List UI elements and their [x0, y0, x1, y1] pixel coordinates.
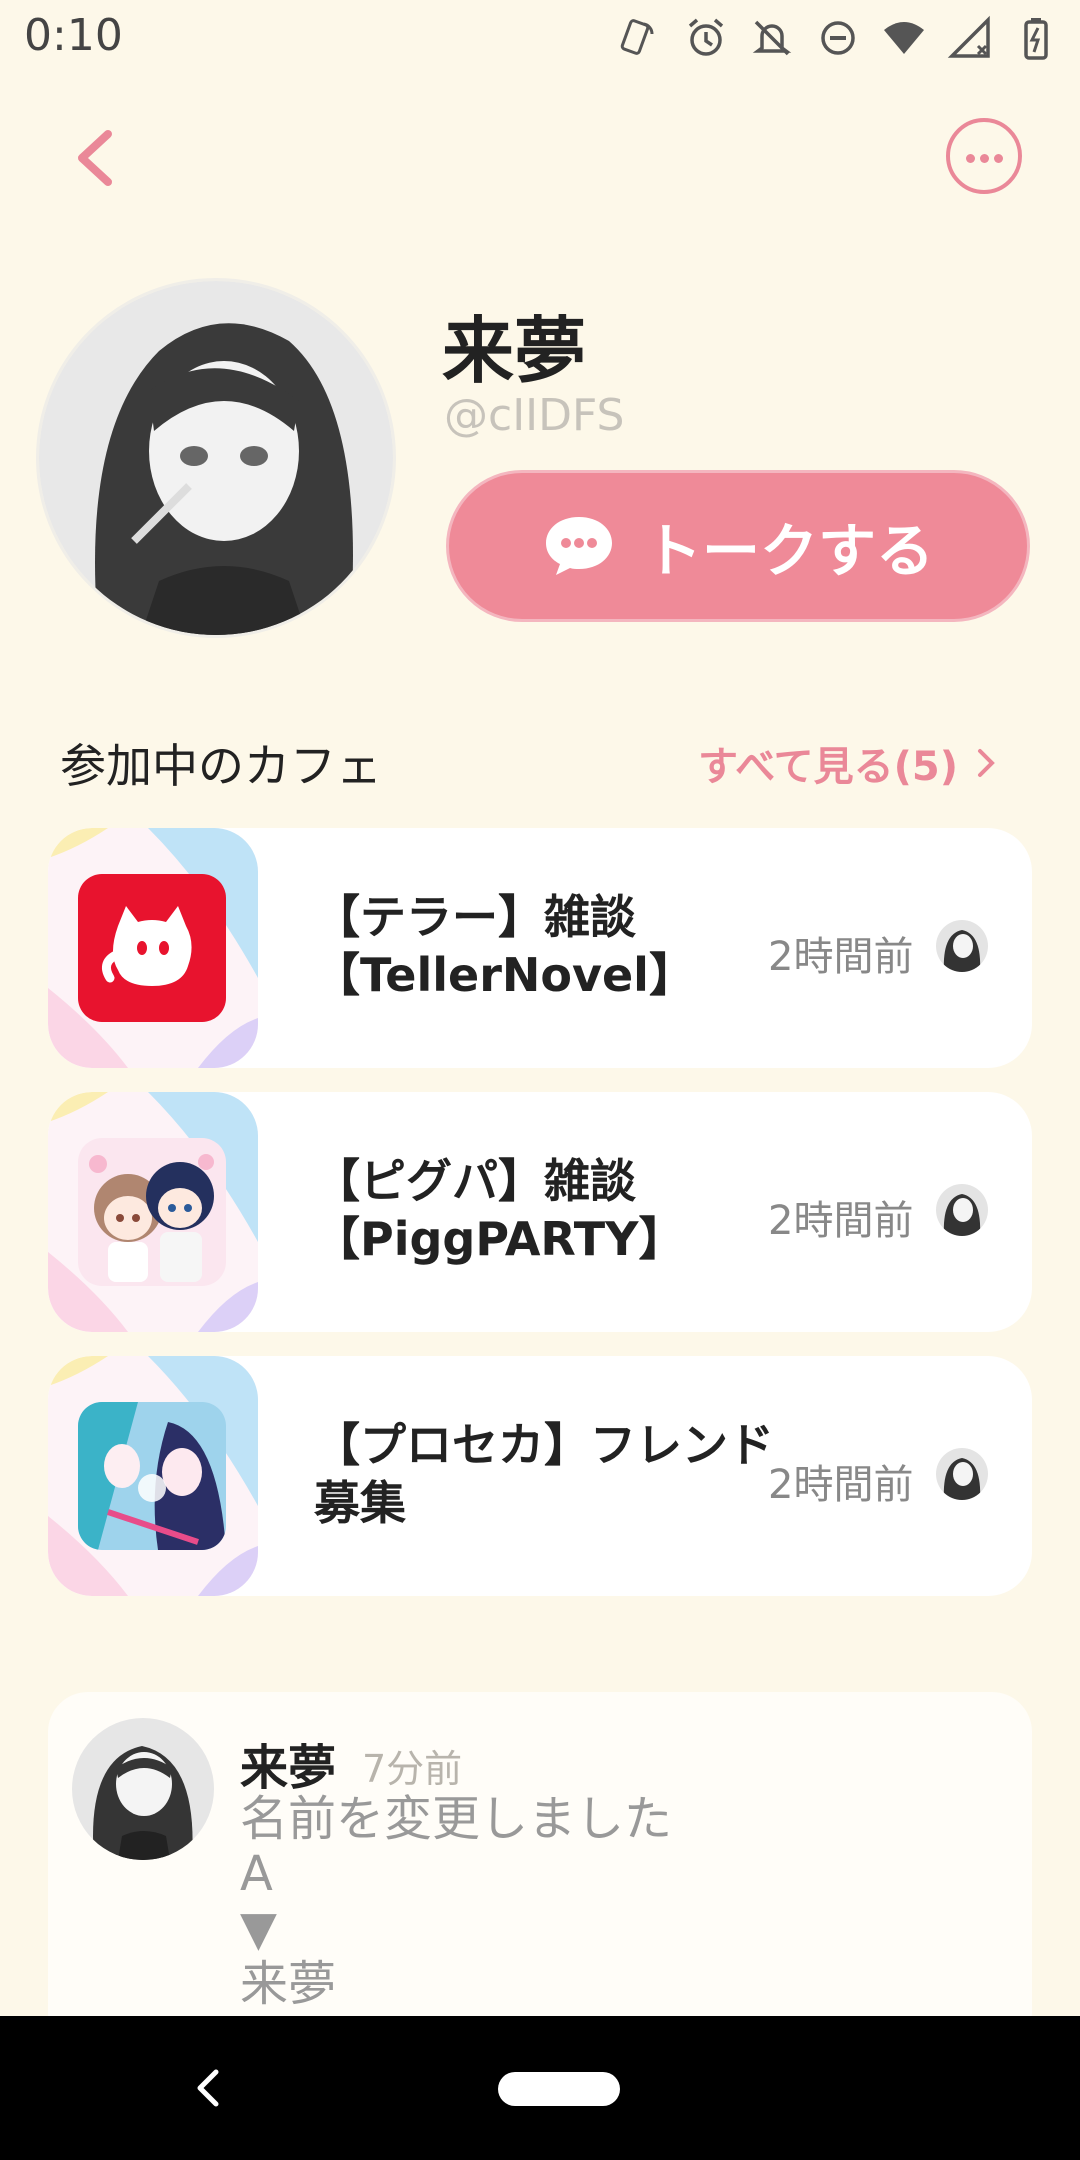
status-time: 0:10 [24, 10, 123, 61]
more-dot [980, 154, 989, 163]
pigg-party-avatars [78, 1138, 226, 1286]
more-dot [994, 154, 1003, 163]
status-icons [616, 14, 1060, 62]
signal-icon [947, 15, 990, 58]
wifi-icon [884, 22, 924, 54]
talk-button-label: トークする [643, 517, 934, 585]
cafe-thumb-bg [48, 828, 258, 1068]
more-options-button[interactable] [946, 118, 1022, 194]
profile-handle: @cIIDFS [444, 390, 625, 441]
see-all-link[interactable]: すべて見る(5) [698, 734, 996, 792]
section-title: 参加中のカフェ [60, 739, 382, 793]
alarm-icon [688, 18, 724, 56]
chat-bubble-icon [545, 517, 612, 575]
battery-icon [1024, 18, 1048, 60]
more-dot [966, 154, 975, 163]
cafe-name: 【プロセカ】フレンド募集 [314, 1418, 774, 1530]
status-bar: 0:10 [0, 0, 1080, 72]
timeline-post[interactable]: 来夢 7分前 名前を変更しました A ▼ 来夢 [48, 1692, 1032, 2052]
nav-back-icon[interactable] [190, 2066, 224, 2110]
post-time: 7分前 [362, 1747, 463, 1791]
profile-avatar [36, 278, 396, 638]
see-all-label: すべて見る(5) [698, 744, 958, 790]
dnd-icon [821, 21, 855, 55]
project-sekai-art [78, 1402, 226, 1550]
cafe-member-avatar [936, 1184, 988, 1236]
chevron-right-icon [978, 749, 995, 777]
cafe-time: 2時間前 [768, 934, 914, 980]
cafe-time: 2時間前 [768, 1462, 914, 1508]
cafe-card[interactable]: 【ピグパ】雑談【PiggPARTY】 2時間前 [48, 1092, 1032, 1332]
cafe-thumb-bg [48, 1092, 258, 1332]
cafe-card[interactable]: 【テラー】雑談【TellerNovel】 2時間前 [48, 828, 1032, 1068]
profile-name: 来夢 [442, 309, 587, 393]
nav-home-pill[interactable] [498, 2072, 620, 2106]
back-button[interactable] [68, 126, 124, 190]
cafe-name: 【ピグパ】雑談【PiggPARTY】 [314, 1154, 685, 1266]
teller-novel-cat-icon [78, 874, 226, 1022]
post-body: 名前を変更しました A ▼ 来夢 [240, 1791, 673, 2012]
cafe-member-avatar [936, 920, 988, 972]
talk-button[interactable]: トークする [446, 470, 1030, 622]
cafe-name: 【テラー】雑談【TellerNovel】 [314, 890, 695, 1002]
bell-off-icon [752, 20, 792, 56]
nfc-icon [620, 19, 654, 55]
cafe-member-avatar [936, 1448, 988, 1500]
cafe-thumb-bg [48, 1356, 258, 1596]
post-author: 来夢 [240, 1740, 337, 1796]
cafe-time: 2時間前 [768, 1198, 914, 1244]
post-avatar[interactable] [72, 1718, 214, 1860]
cafe-card[interactable]: 【プロセカ】フレンド募集 2時間前 [48, 1356, 1032, 1596]
